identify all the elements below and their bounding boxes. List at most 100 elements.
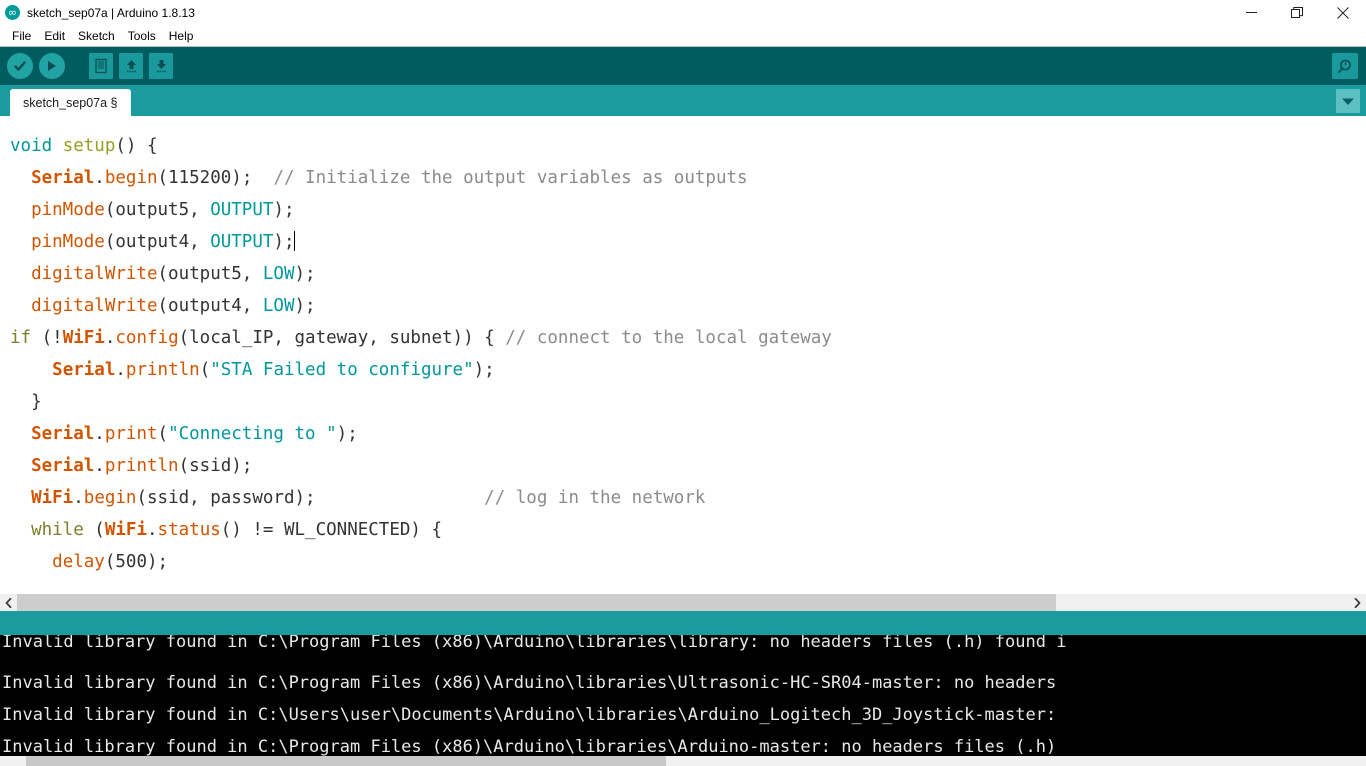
code-token: (output5, xyxy=(104,200,211,220)
code-token: (local_IP, gateway, subnet)) { xyxy=(178,328,506,348)
code-token: OUTPUT xyxy=(210,232,274,252)
code-token: println xyxy=(125,360,200,380)
chevron-right-icon xyxy=(1354,597,1361,608)
code-token: setup xyxy=(62,136,116,156)
tab-sketch-sep07a[interactable]: sketch_sep07a § xyxy=(10,89,131,116)
code-line: Serial.begin(115200); // Initialize the … xyxy=(10,162,1366,194)
code-token: . xyxy=(115,360,126,380)
arrow-right-icon xyxy=(48,61,56,71)
editor: void setup() { Serial.begin(115200); // … xyxy=(0,116,1366,611)
code-token: . xyxy=(147,520,158,540)
code-token: WiFi xyxy=(62,328,105,348)
code-token: (output5, xyxy=(157,264,263,284)
code-line: pinMode(output5, OUTPUT); xyxy=(10,194,1366,226)
code-line: digitalWrite(output5, LOW); xyxy=(10,258,1366,290)
code-token: (! xyxy=(31,328,63,348)
window-title: sketch_sep07a | Arduino 1.8.13 xyxy=(27,5,195,20)
chevron-down-icon xyxy=(1342,98,1354,105)
code-token: ); xyxy=(273,200,295,220)
menu-item-help[interactable]: Help xyxy=(163,27,201,45)
code-token: while xyxy=(31,520,84,540)
code-token: "Connecting to " xyxy=(168,424,337,444)
scroll-left-button[interactable] xyxy=(0,594,17,611)
console-output[interactable]: Invalid library found in C:\Program File… xyxy=(0,635,1366,756)
code-line: pinMode(output4, OUTPUT); xyxy=(10,226,1366,258)
scroll-track[interactable] xyxy=(17,594,1349,611)
code-token: ); xyxy=(473,360,495,380)
code-token: LOW xyxy=(262,296,295,316)
code-token: (output4, xyxy=(104,232,211,252)
code-token: pinMode xyxy=(31,232,105,252)
console-scroll-thumb[interactable] xyxy=(26,756,666,766)
menu-item-tools[interactable]: Tools xyxy=(122,27,163,45)
new-sketch-button[interactable] xyxy=(89,53,113,79)
code-text-area[interactable]: void setup() { Serial.begin(115200); // … xyxy=(0,116,1366,593)
chevron-left-icon xyxy=(5,597,12,608)
code-token: (output4, xyxy=(157,296,263,316)
tab-menu-button[interactable] xyxy=(1336,89,1360,113)
new-document-icon xyxy=(94,58,107,74)
code-token: ); xyxy=(336,424,358,444)
checkmark-icon xyxy=(14,61,26,71)
code-token: (ssid, password); xyxy=(136,488,485,508)
save-sketch-button[interactable] xyxy=(149,53,173,79)
code-token: } xyxy=(31,392,42,412)
restore-button[interactable] xyxy=(1274,0,1320,25)
code-line: } xyxy=(10,386,1366,418)
code-token: . xyxy=(104,328,116,348)
console-line: Invalid library found in C:\Program File… xyxy=(2,737,1057,756)
code-token: Serial xyxy=(31,456,95,476)
verify-button[interactable] xyxy=(7,53,33,79)
arduino-ide-window: sketch_sep07a | Arduino 1.8.13 xyxy=(0,0,1366,766)
code-line: if (!WiFi.config(local_IP, gateway, subn… xyxy=(10,322,1366,354)
console-line: Invalid library found in C:\Program File… xyxy=(2,635,1067,652)
code-line: Serial.println("STA Failed to configure"… xyxy=(10,354,1366,386)
console-line: Invalid library found in C:\Users\user\D… xyxy=(2,705,1057,725)
code-token: (115200); xyxy=(157,168,274,188)
window-controls xyxy=(1228,0,1366,25)
code-token: // Initialize the output variables as ou… xyxy=(273,168,748,188)
scroll-right-button[interactable] xyxy=(1349,594,1366,611)
code-token: print xyxy=(104,424,158,444)
menu-item-sketch[interactable]: Sketch xyxy=(72,27,122,45)
code-token: ); xyxy=(294,264,316,284)
restore-icon xyxy=(1291,6,1303,18)
toolbar xyxy=(0,46,1366,85)
open-sketch-button[interactable] xyxy=(119,53,143,79)
code-line: Serial.print("Connecting to "); xyxy=(10,418,1366,450)
editor-horizontal-scrollbar[interactable] xyxy=(0,593,1366,611)
code-line: void setup() { xyxy=(10,130,1366,162)
code-token: . xyxy=(94,168,105,188)
code-token: digitalWrite xyxy=(31,296,158,316)
code-token: ( xyxy=(157,424,169,444)
menu-item-file[interactable]: File xyxy=(6,27,38,45)
code-token: Serial xyxy=(31,168,95,188)
code-token: . xyxy=(94,456,105,476)
code-token: if xyxy=(10,328,32,348)
close-icon xyxy=(1337,6,1349,19)
status-bar xyxy=(0,611,1366,635)
console-line: Invalid library found in C:\Program File… xyxy=(2,673,1057,693)
scroll-thumb[interactable] xyxy=(17,594,1056,611)
code-token: Serial xyxy=(52,360,116,380)
arrow-up-icon xyxy=(126,60,136,73)
close-button[interactable] xyxy=(1320,0,1366,25)
minimize-button[interactable] xyxy=(1228,0,1274,25)
code-token: OUTPUT xyxy=(210,200,274,220)
code-token: begin xyxy=(83,488,137,508)
code-token: "STA Failed to configure" xyxy=(210,360,474,380)
tab-label: sketch_sep07a § xyxy=(23,95,118,110)
code-token: . xyxy=(73,488,84,508)
arrow-down-icon xyxy=(156,60,166,73)
serial-monitor-button[interactable] xyxy=(1332,53,1358,79)
code-token: status xyxy=(157,520,221,540)
code-token: // connect to the local gateway xyxy=(505,328,832,348)
upload-button[interactable] xyxy=(39,53,65,79)
code-token: pinMode xyxy=(31,200,105,220)
menu-item-edit[interactable]: Edit xyxy=(38,27,72,45)
code-token: (ssid); xyxy=(178,456,253,476)
tab-bar: sketch_sep07a § xyxy=(0,85,1366,116)
code-token: (500); xyxy=(104,552,169,572)
code-token: Serial xyxy=(31,424,95,444)
console-horizontal-scrollbar[interactable] xyxy=(0,756,1366,766)
